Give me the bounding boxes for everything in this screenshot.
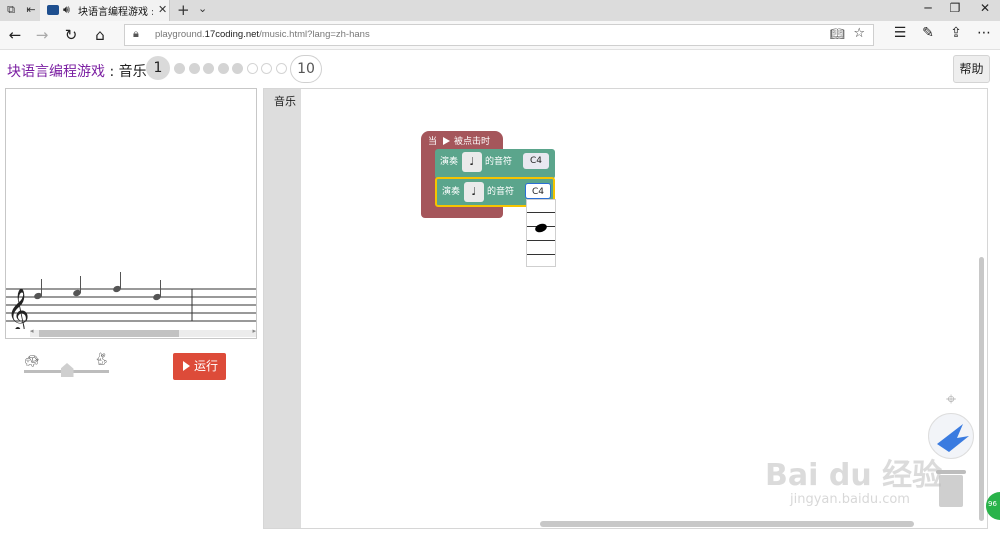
rabbit-icon: 🐇︎ bbox=[94, 352, 110, 366]
green-badge[interactable]: 96 bbox=[986, 492, 1000, 520]
tab-title: 块语言编程游戏 : 音 bbox=[78, 7, 153, 18]
level-dot-2[interactable] bbox=[174, 63, 185, 74]
browser-tab-active[interactable]: 🔊︎ 块语言编程游戏 : 音 ✕ bbox=[40, 0, 170, 21]
tab-set-aside-icon[interactable]: ⧉ bbox=[4, 3, 18, 17]
quarter-note-icon[interactable]: ♩ bbox=[464, 182, 484, 202]
watermark-logo: Bai du 经验 bbox=[765, 458, 943, 493]
watermark-url: jingyan.baidu.com bbox=[790, 492, 910, 507]
flag-triangle-icon bbox=[443, 137, 451, 145]
center-target-icon[interactable]: ⌖ bbox=[946, 389, 956, 410]
staff-scrollbar-thumb[interactable] bbox=[39, 330, 179, 337]
share-icon[interactable]: ⇪ bbox=[946, 25, 966, 41]
music-staff: 𝄞 bbox=[6, 272, 256, 334]
url-field[interactable]: 🔒︎ playground.17coding.net/music.html?la… bbox=[124, 24, 874, 46]
new-tab-icon[interactable]: + bbox=[177, 1, 190, 19]
favicon-icon bbox=[47, 5, 59, 15]
quarter-note-icon[interactable]: ♩ bbox=[462, 152, 482, 172]
minimize-icon[interactable]: ─ bbox=[918, 1, 938, 15]
refresh-icon[interactable]: ↻ bbox=[60, 25, 82, 45]
of-note-label: 的音符 bbox=[485, 157, 513, 167]
level-dot-6[interactable] bbox=[232, 63, 243, 74]
treble-clef-icon: 𝄞 bbox=[7, 288, 29, 329]
note bbox=[73, 276, 81, 297]
staff-scrollbar[interactable]: ◂ ▸ bbox=[30, 327, 256, 337]
play-note-block[interactable]: 演奏 ♩ 的音符 C4 bbox=[435, 149, 555, 179]
close-tab-icon[interactable]: ✕ bbox=[158, 3, 167, 16]
picker-staff-line bbox=[527, 240, 555, 241]
level-dot-3[interactable] bbox=[188, 63, 200, 74]
home-icon[interactable]: ⌂ bbox=[89, 25, 111, 45]
scroll-left-icon[interactable]: ◂ bbox=[30, 327, 34, 335]
note-value-field[interactable]: C4 bbox=[523, 153, 549, 169]
forward-icon[interactable]: → bbox=[31, 25, 53, 45]
help-button[interactable]: 帮助 bbox=[953, 55, 990, 83]
workspace-horizontal-scrollbar[interactable] bbox=[540, 521, 914, 527]
favorite-star-icon[interactable]: ☆ bbox=[853, 26, 865, 41]
restore-icon[interactable]: ❐ bbox=[945, 1, 965, 15]
reading-view-icon[interactable]: 📖︎ bbox=[830, 27, 845, 41]
note bbox=[34, 279, 42, 300]
lock-icon: 🔒︎ bbox=[133, 27, 139, 40]
level-last[interactable]: 10 bbox=[290, 55, 322, 83]
level-dot-4[interactable] bbox=[203, 63, 214, 74]
picker-staff-line bbox=[527, 212, 555, 213]
chevron-down-icon[interactable]: ⌄ bbox=[198, 2, 207, 15]
page-title: 块语言编程游戏 : 音乐 bbox=[7, 64, 147, 80]
picker-staff-line bbox=[527, 254, 555, 255]
level-dot-8[interactable] bbox=[261, 63, 272, 74]
close-window-icon[interactable]: ✕ bbox=[975, 1, 995, 15]
note bbox=[113, 272, 121, 293]
more-icon[interactable]: ⋯ bbox=[974, 25, 994, 41]
speaker-icon[interactable]: 🔊︎ bbox=[63, 3, 70, 17]
play-icon bbox=[183, 361, 190, 371]
address-bar: ← → ↻ ⌂ 🔒︎ playground.17coding.net/music… bbox=[0, 21, 1000, 50]
note-value-field-editing[interactable]: C4 bbox=[525, 183, 551, 199]
back-icon[interactable]: ← bbox=[4, 25, 26, 45]
toolbox: 音乐 bbox=[264, 89, 301, 528]
browser-title-bar: ⧉ ⇤ 🔊︎ 块语言编程游戏 : 音 ✕ + ⌄ ─ ❐ ✕ bbox=[0, 0, 1000, 21]
run-button[interactable]: 运行 bbox=[173, 353, 226, 380]
turtle-icon: 🐢︎ bbox=[24, 354, 40, 368]
level-dot-9[interactable] bbox=[275, 63, 287, 74]
toolbox-category-music[interactable]: 音乐 bbox=[274, 93, 296, 109]
note-picker-dropdown[interactable] bbox=[526, 199, 556, 267]
level-dot-7[interactable] bbox=[246, 63, 258, 74]
music-staff-panel: 𝄞 ◂ ▸ bbox=[5, 88, 257, 339]
tab-preview-icon[interactable]: ⇤ bbox=[24, 3, 38, 17]
speed-slider-thumb[interactable] bbox=[60, 363, 74, 377]
level-dot-5[interactable] bbox=[217, 63, 229, 74]
bird-logo-icon bbox=[928, 413, 974, 459]
workspace-vertical-scrollbar[interactable] bbox=[979, 257, 984, 521]
play-label: 演奏 bbox=[440, 157, 459, 167]
when-clicked-label: 当被点击时 bbox=[428, 137, 491, 147]
url-text: playground.17coding.net/music.html?lang=… bbox=[155, 29, 370, 40]
staff-lines bbox=[6, 288, 256, 322]
note bbox=[153, 280, 161, 301]
favorites-hub-icon[interactable]: ☰ bbox=[890, 25, 910, 41]
pen-icon[interactable]: ✎ bbox=[918, 25, 938, 41]
level-current[interactable]: 1 bbox=[146, 56, 170, 80]
picker-note-head[interactable] bbox=[533, 222, 549, 234]
play-label: 演奏 bbox=[442, 187, 461, 197]
trash-icon[interactable] bbox=[936, 470, 966, 507]
of-note-label: 的音符 bbox=[487, 187, 515, 197]
run-label: 运行 bbox=[194, 359, 219, 373]
scroll-right-icon[interactable]: ▸ bbox=[252, 327, 256, 335]
